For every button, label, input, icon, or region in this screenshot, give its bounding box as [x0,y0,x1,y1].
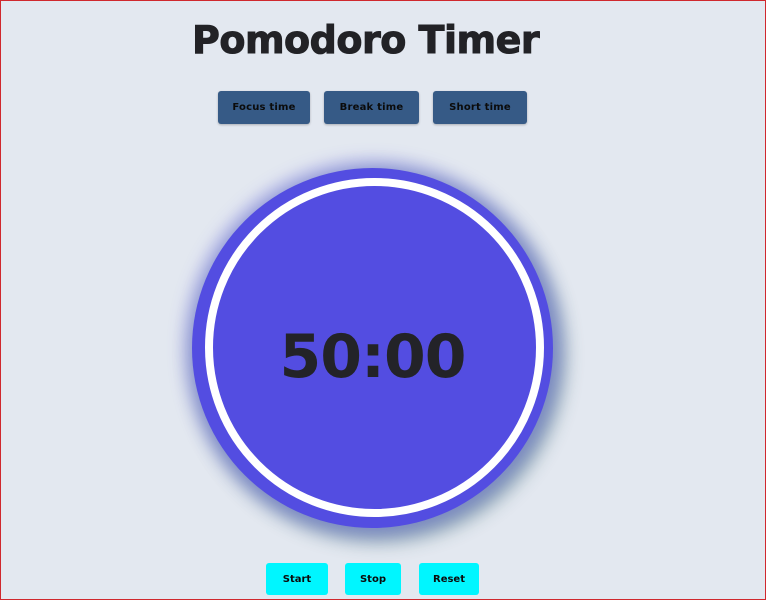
timer-display: 50:00 [279,322,467,392]
focus-time-button[interactable]: Focus time [218,91,310,124]
break-time-button[interactable]: Break time [324,91,419,124]
start-button[interactable]: Start [266,563,328,595]
page-title: Pomodoro Timer [192,18,541,63]
short-time-button[interactable]: Short time [433,91,527,124]
stop-button[interactable]: Stop [345,563,401,595]
reset-button[interactable]: Reset [419,563,479,595]
